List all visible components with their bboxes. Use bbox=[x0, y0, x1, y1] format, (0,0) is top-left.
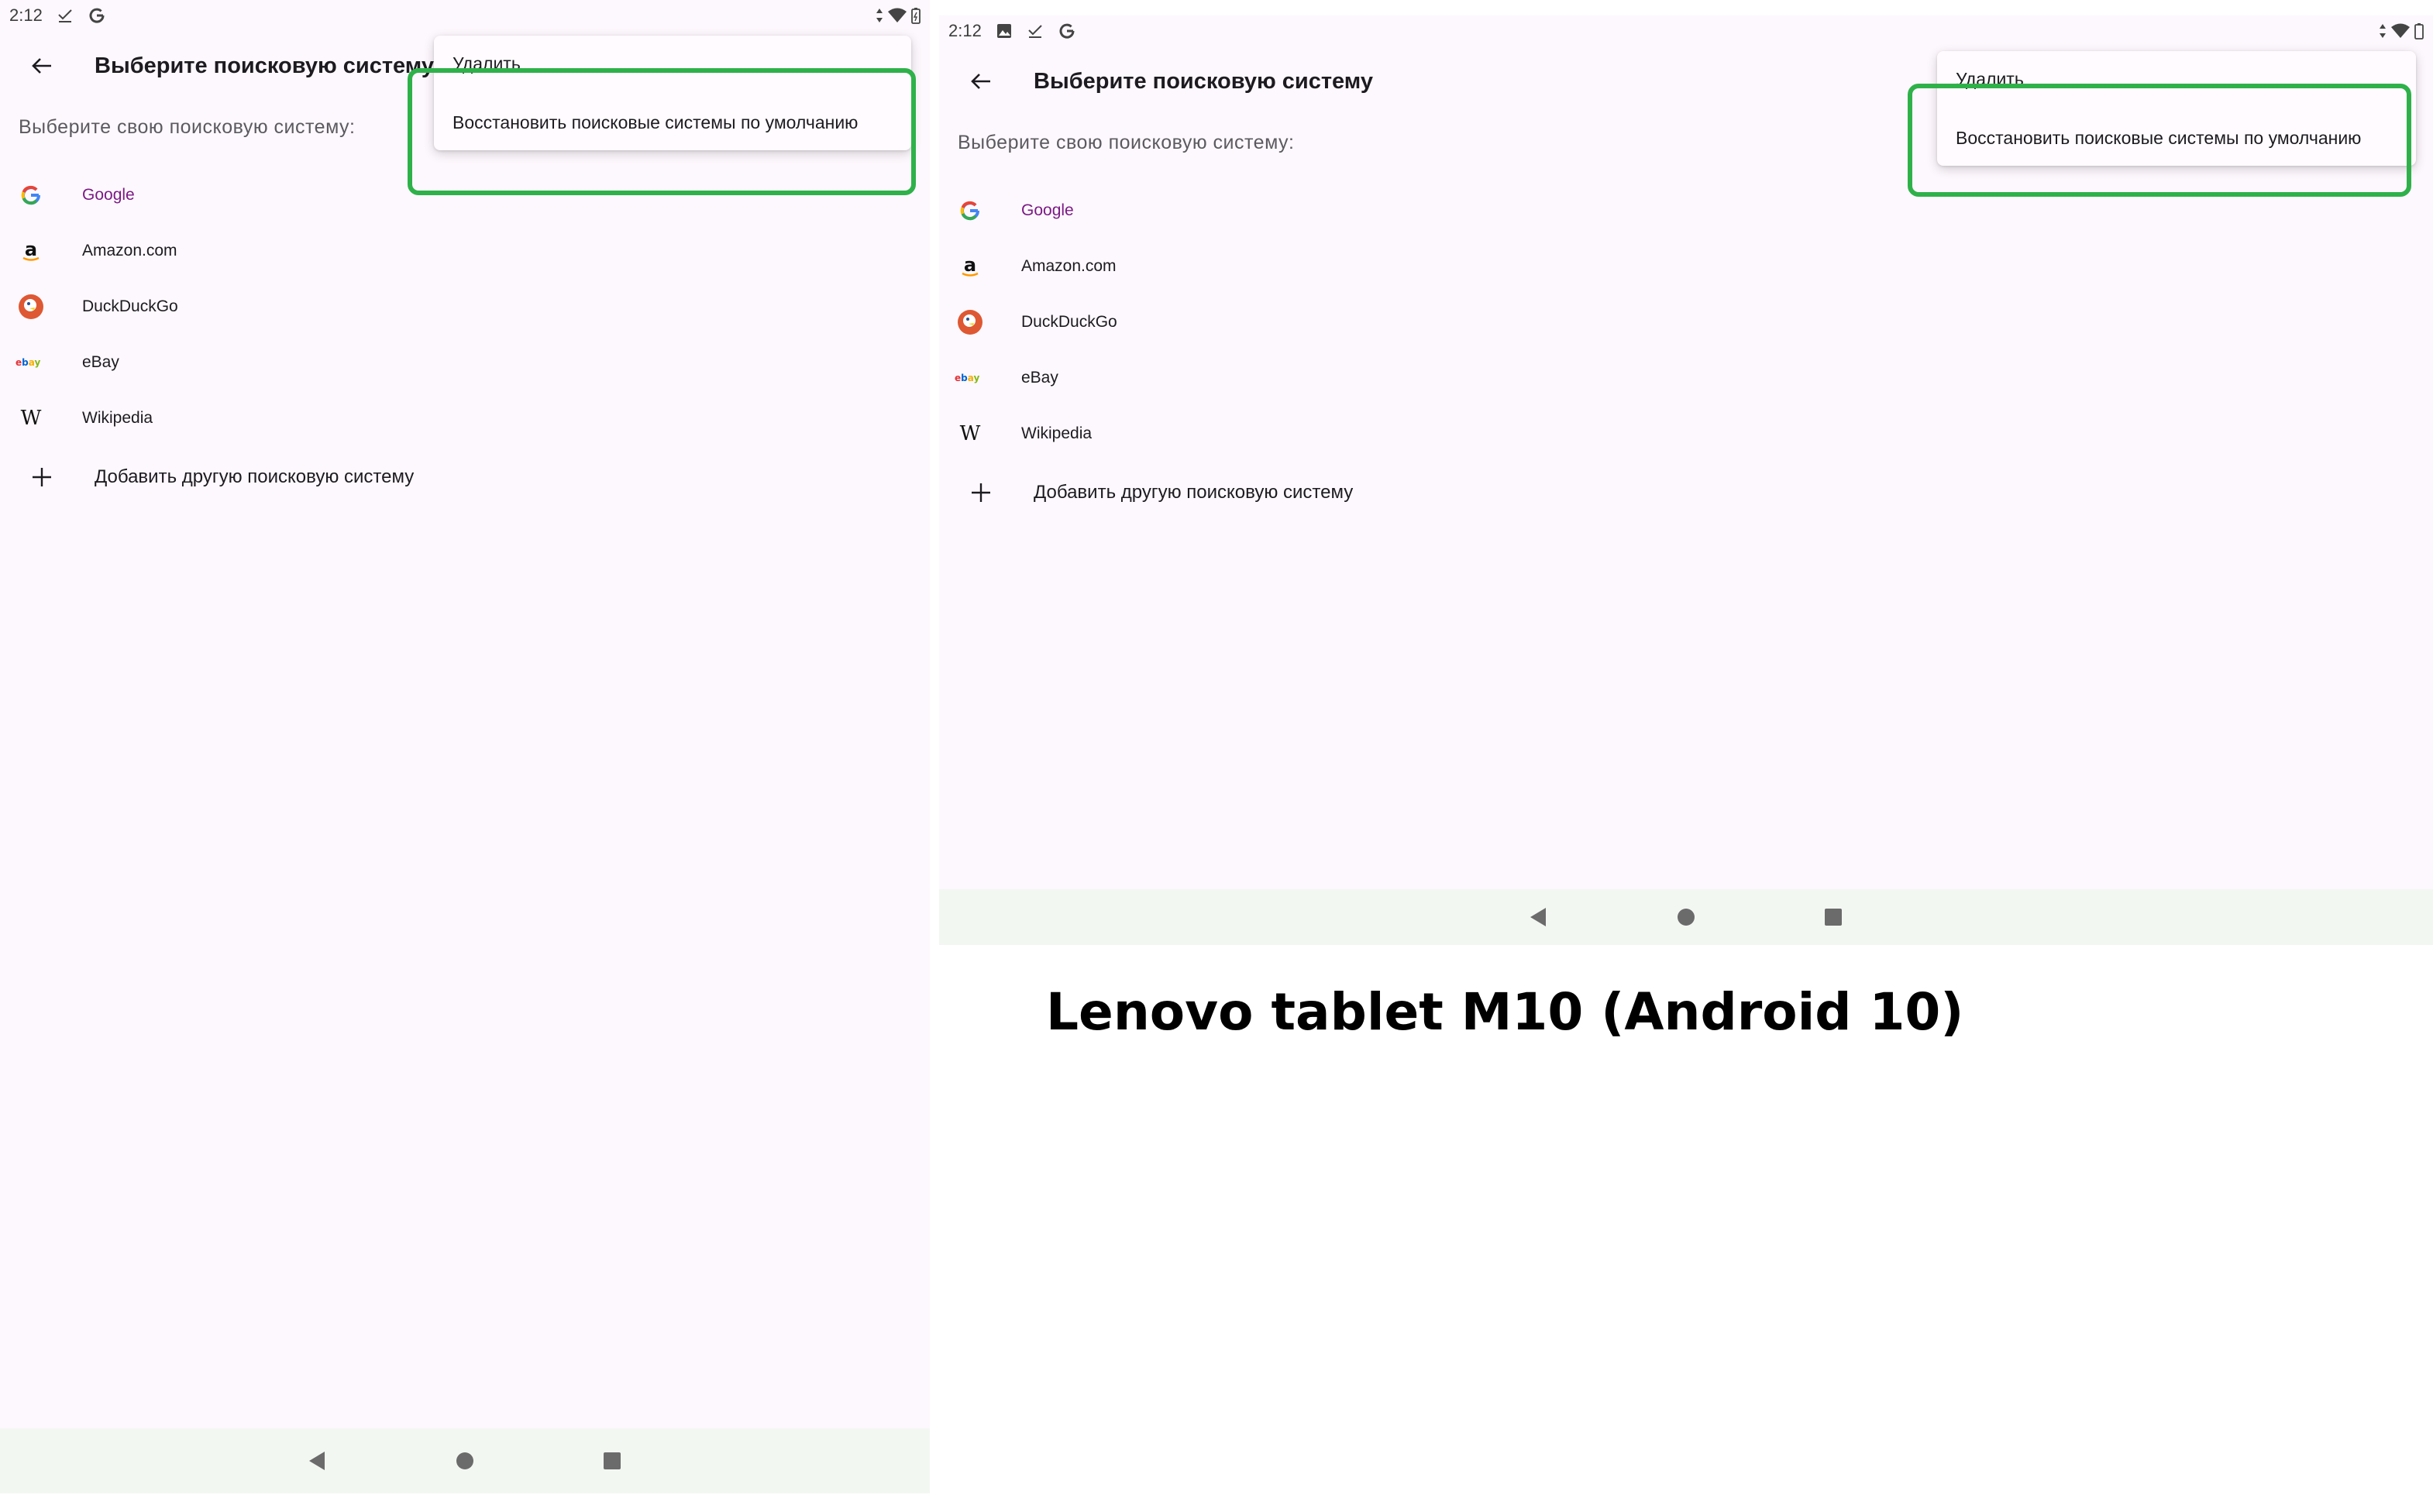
ebay-logo-icon: ebay bbox=[15, 347, 46, 378]
image-icon bbox=[996, 22, 1013, 40]
page-title: Выберите поисковую систему bbox=[95, 53, 435, 78]
google-logo-icon bbox=[15, 180, 46, 211]
subtitle: Выберите свою поисковую систему: bbox=[958, 132, 1295, 153]
nav-recents-icon bbox=[1825, 909, 1842, 926]
highlight-box bbox=[408, 68, 916, 195]
plus-icon bbox=[959, 471, 1003, 514]
wifi-icon bbox=[2391, 23, 2410, 39]
engine-label: Amazon.com bbox=[1021, 257, 1117, 275]
page-title: Выберите поисковую систему bbox=[1034, 68, 1374, 94]
google-logo-icon bbox=[955, 195, 986, 226]
engine-item-google[interactable]: Google bbox=[939, 183, 1074, 239]
status-bar: 2:12 bbox=[0, 0, 930, 31]
nav-back-icon bbox=[1530, 908, 1546, 926]
svg-text:ebay: ebay bbox=[955, 373, 979, 383]
nav-back-button[interactable] bbox=[1523, 902, 1554, 933]
google-status-icon bbox=[88, 6, 106, 25]
engine-label: eBay bbox=[82, 353, 119, 371]
nav-recents-button[interactable] bbox=[1818, 902, 1849, 933]
google-status-icon bbox=[1058, 22, 1076, 40]
engine-item-amazon[interactable]: a Amazon.com bbox=[0, 223, 177, 279]
ebay-logo-icon: ebay bbox=[955, 363, 986, 393]
navigation-bar bbox=[0, 1428, 930, 1493]
amazon-logo-icon: a bbox=[15, 235, 46, 266]
svg-text:W: W bbox=[21, 407, 42, 430]
engine-item-duckduckgo[interactable]: DuckDuckGo bbox=[0, 279, 178, 335]
status-time: 2:12 bbox=[948, 21, 982, 40]
engine-item-wikipedia[interactable]: W Wikipedia bbox=[939, 406, 1092, 462]
engine-item-wikipedia[interactable]: W Wikipedia bbox=[0, 390, 153, 446]
highlight-box bbox=[1908, 84, 2411, 197]
wifi-icon bbox=[888, 8, 907, 23]
right-screenshot: 2:12 Выберите поисковую систему Выберите… bbox=[939, 15, 2433, 945]
engine-label: eBay bbox=[1021, 369, 1058, 387]
nav-back-button[interactable] bbox=[302, 1445, 333, 1476]
nav-home-icon bbox=[1678, 909, 1695, 926]
svg-text:a: a bbox=[964, 255, 976, 276]
plus-icon bbox=[20, 455, 64, 499]
engine-label: DuckDuckGo bbox=[1021, 313, 1117, 331]
back-button[interactable] bbox=[20, 44, 64, 88]
back-button[interactable] bbox=[959, 60, 1003, 103]
status-bar: 2:12 bbox=[939, 15, 2433, 46]
engine-label: Wikipedia bbox=[1021, 424, 1093, 442]
duckduckgo-logo-icon bbox=[955, 307, 986, 338]
data-arrows-icon bbox=[2379, 22, 2387, 40]
svg-text:W: W bbox=[960, 422, 981, 445]
engine-item-duckduckgo[interactable]: DuckDuckGo bbox=[939, 294, 1117, 350]
nav-recents-icon bbox=[604, 1452, 621, 1469]
device-caption: Lenovo tablet M10 (Android 10) bbox=[1046, 982, 1964, 1042]
nav-home-button[interactable] bbox=[449, 1445, 480, 1476]
engine-label: Wikipedia bbox=[82, 409, 153, 427]
left-screenshot: 2:12 Выберите поисковую систему Выберите… bbox=[0, 0, 930, 1493]
wikipedia-logo-icon: W bbox=[955, 418, 986, 449]
nav-recents-button[interactable] bbox=[597, 1445, 628, 1476]
status-time: 2:12 bbox=[9, 5, 43, 25]
subtitle: Выберите свою поисковую систему: bbox=[19, 116, 356, 138]
add-engine-button[interactable]: Добавить другую поисковую систему bbox=[939, 465, 1353, 521]
arrow-back-icon bbox=[971, 74, 990, 89]
download-done-icon bbox=[1027, 22, 1044, 40]
data-arrows-icon bbox=[876, 7, 883, 24]
nav-home-button[interactable] bbox=[1671, 902, 1702, 933]
battery-icon bbox=[911, 7, 921, 24]
engine-label: Google bbox=[82, 186, 135, 204]
wikipedia-logo-icon: W bbox=[15, 403, 46, 434]
engine-item-ebay[interactable]: ebay eBay bbox=[0, 335, 119, 390]
engine-item-amazon[interactable]: a Amazon.com bbox=[939, 239, 1117, 294]
nav-home-icon bbox=[456, 1452, 473, 1469]
engine-label: DuckDuckGo bbox=[82, 297, 178, 315]
arrow-back-icon bbox=[32, 58, 51, 74]
engine-label: Google bbox=[1021, 201, 1074, 219]
add-engine-button[interactable]: Добавить другую поисковую систему bbox=[0, 449, 414, 505]
duckduckgo-logo-icon bbox=[15, 291, 46, 322]
engine-item-google[interactable]: Google bbox=[0, 167, 135, 223]
download-done-icon bbox=[57, 7, 74, 24]
add-engine-label: Добавить другую поисковую систему bbox=[1034, 482, 1354, 503]
amazon-logo-icon: a bbox=[955, 251, 986, 282]
battery-icon bbox=[2414, 22, 2424, 40]
add-engine-label: Добавить другую поисковую систему bbox=[95, 466, 415, 487]
navigation-bar bbox=[939, 889, 2433, 945]
engine-label: Amazon.com bbox=[82, 242, 177, 259]
svg-text:a: a bbox=[25, 239, 37, 260]
engine-item-ebay[interactable]: ebay eBay bbox=[939, 350, 1058, 406]
nav-back-icon bbox=[309, 1452, 325, 1470]
svg-text:ebay: ebay bbox=[15, 357, 40, 368]
